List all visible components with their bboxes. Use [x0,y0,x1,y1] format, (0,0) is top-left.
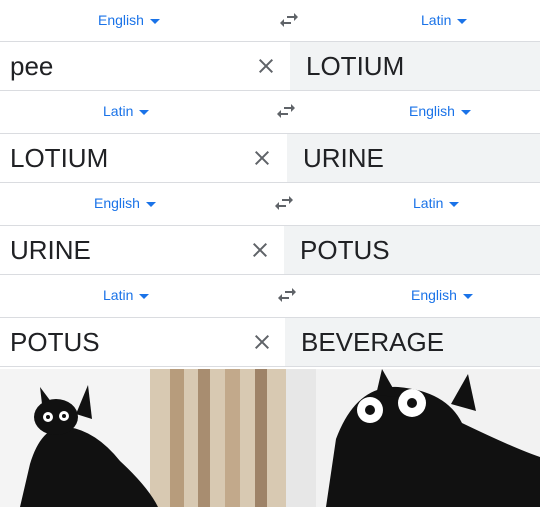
translation-text-1: LOTIUM [290,42,540,90]
translation-row-3: URINE POTUS [0,225,540,275]
chevron-down-icon [139,293,150,299]
swap-languages-icon[interactable] [277,8,301,32]
translation-row-1: pee LOTIUM [0,41,540,91]
target-language-label-3: Latin [413,195,444,212]
target-language-label-2: English [409,103,455,120]
source-language-selector-4[interactable]: Latin [103,285,150,304]
source-text-4[interactable]: POTUS [0,318,285,366]
source-text-1[interactable]: pee [0,42,290,90]
translation-row-4: POTUS BEVERAGE [0,317,540,367]
source-text-2[interactable]: LOTIUM [0,134,287,182]
translation-meme-stack: English Latin pee LOTIUM Latin English L… [0,0,540,507]
source-language-label-1: English [98,12,144,29]
black-cat-image-right [286,369,540,507]
swap-languages-icon[interactable] [272,191,296,215]
chevron-down-icon [145,201,156,207]
black-cat-photo-left [0,369,286,507]
target-language-selector-1[interactable]: Latin [421,10,468,29]
clear-text-icon[interactable] [250,330,274,354]
source-language-selector-1[interactable]: English [98,10,160,29]
translation-text-2: URINE [287,134,540,182]
chevron-down-icon [449,201,460,207]
swap-languages-icon[interactable] [274,99,298,123]
target-language-label-4: English [411,287,457,304]
clear-text-icon[interactable] [248,238,272,262]
chevron-down-icon [149,18,160,24]
black-cat-image-left [0,369,286,507]
language-bar-3: English Latin [0,183,540,224]
translation-text-3: POTUS [284,226,540,274]
source-text-3[interactable]: URINE [0,226,284,274]
target-language-selector-2[interactable]: English [409,101,471,120]
source-language-selector-2[interactable]: Latin [103,101,150,120]
target-language-label-1: Latin [421,12,452,29]
chevron-down-icon [457,18,468,24]
language-bar-4: Latin English [0,275,540,316]
target-language-selector-4[interactable]: English [411,285,473,304]
clear-text-icon[interactable] [254,54,278,78]
chevron-down-icon [139,109,150,115]
chevron-down-icon [460,109,471,115]
translation-row-2: LOTIUM URINE [0,133,540,183]
source-language-selector-3[interactable]: English [94,193,156,212]
translation-text-4: BEVERAGE [285,318,540,366]
swap-languages-icon[interactable] [275,283,299,307]
source-language-label-2: Latin [103,103,134,120]
clear-text-icon[interactable] [250,146,274,170]
black-cat-photo-right [286,369,540,507]
chevron-down-icon [462,293,473,299]
reaction-photo-strip [0,369,540,507]
source-language-label-3: English [94,195,140,212]
language-bar-1: English Latin [0,0,540,41]
source-language-label-4: Latin [103,287,134,304]
language-bar-2: Latin English [0,91,540,132]
target-language-selector-3[interactable]: Latin [413,193,460,212]
